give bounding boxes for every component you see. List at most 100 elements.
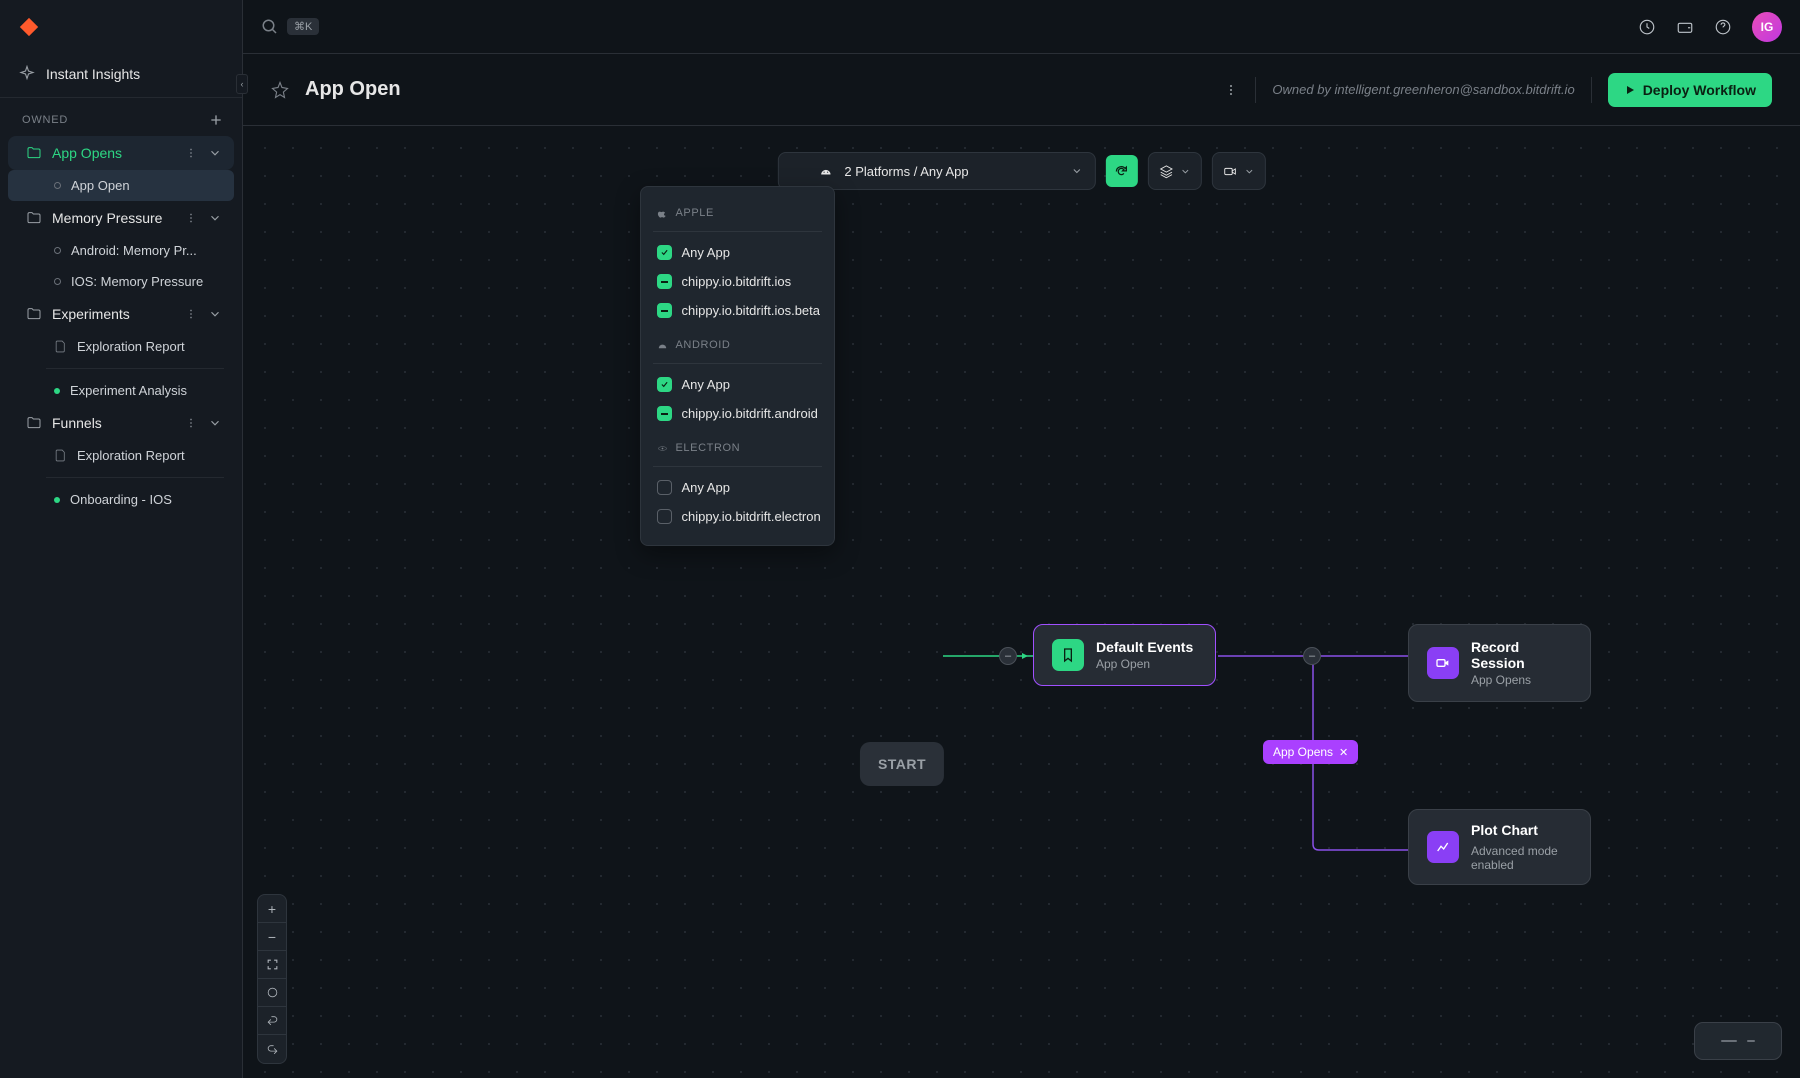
dropdown-section-android: ANDROID <box>641 333 834 357</box>
folder-menu-icon[interactable] <box>184 211 198 225</box>
redo-button[interactable] <box>258 1035 286 1063</box>
divider <box>1255 77 1256 103</box>
connector-dot[interactable]: – <box>1303 647 1321 665</box>
video-tool[interactable] <box>1212 152 1266 190</box>
file-exploration-report-2[interactable]: Exploration Report <box>8 440 234 471</box>
file-separator <box>46 477 224 478</box>
help-icon[interactable] <box>1714 18 1732 36</box>
dropdown-item[interactable]: chippy.io.bitdrift.android <box>641 399 834 428</box>
folder-menu-icon[interactable] <box>184 416 198 430</box>
node-start[interactable]: START <box>860 742 944 786</box>
file-label: Experiment Analysis <box>70 383 187 398</box>
document-icon <box>54 449 67 462</box>
checkbox-icon <box>657 274 672 289</box>
play-icon <box>1624 84 1636 96</box>
dropdown-section-apple: APPLE <box>641 201 834 225</box>
refresh-icon <box>1114 164 1129 179</box>
clock-icon[interactable] <box>1638 18 1656 36</box>
star-icon[interactable] <box>271 81 289 99</box>
folder-app-opens[interactable]: App Opens <box>8 136 234 170</box>
sidebar-collapse-button[interactable]: ‹ <box>236 74 248 94</box>
chevron-down-icon[interactable] <box>208 211 222 225</box>
file-app-open[interactable]: App Open <box>8 170 234 201</box>
node-subtitle: App Opens <box>1471 673 1572 687</box>
status-dot-icon <box>54 497 60 503</box>
electron-icon <box>657 443 668 454</box>
android-icon <box>818 164 832 178</box>
connector-dot[interactable]: – <box>999 647 1017 665</box>
dropdown-item[interactable]: Any App <box>641 238 834 267</box>
instant-insights-nav[interactable]: Instant Insights <box>0 55 242 97</box>
layers-tool[interactable] <box>1148 152 1202 190</box>
dropdown-item[interactable]: chippy.io.bitdrift.ios.beta <box>641 296 834 325</box>
zoom-fit-button[interactable] <box>258 951 286 979</box>
zoom-lock-button[interactable] <box>258 979 286 1007</box>
search-shortcut: ⌘K <box>287 18 319 35</box>
file-exploration-report-1[interactable]: Exploration Report <box>8 331 234 362</box>
refresh-button[interactable] <box>1106 155 1138 187</box>
platform-text: 2 Platforms / Any App <box>844 164 1058 179</box>
zoom-out-button[interactable]: − <box>258 923 286 951</box>
search-input[interactable]: ⌘K <box>261 18 319 36</box>
undo-button[interactable] <box>258 1007 286 1035</box>
platform-selector[interactable]: 2 Platforms / Any App <box>777 152 1095 190</box>
folder-experiments[interactable]: Experiments <box>8 297 234 331</box>
dropdown-item[interactable]: chippy.io.bitdrift.electron <box>641 502 834 531</box>
add-folder-button[interactable] <box>208 112 224 128</box>
chevron-down-icon <box>1244 166 1255 177</box>
dropdown-item[interactable]: chippy.io.bitdrift.ios <box>641 267 834 296</box>
node-subtitle: Advanced mode enabled <box>1471 844 1572 872</box>
node-title: Default Events <box>1096 639 1193 655</box>
checkbox-icon <box>657 377 672 392</box>
workflow-canvas[interactable]: 2 Platforms / Any App <box>243 126 1800 1078</box>
dash-icon <box>1721 1040 1737 1042</box>
folder-icon <box>26 415 42 431</box>
zoom-in-button[interactable]: + <box>258 895 286 923</box>
node-subtitle: App Open <box>1096 657 1193 671</box>
video-icon <box>1427 647 1459 679</box>
divider <box>653 363 822 364</box>
file-ios-memory[interactable]: IOS: Memory Pressure <box>8 266 234 297</box>
folder-label: App Opens <box>52 145 174 161</box>
android-icon <box>657 340 668 351</box>
file-onboarding-ios[interactable]: Onboarding - IOS <box>8 484 234 515</box>
zoom-controls: + − <box>257 894 287 1064</box>
node-plot-chart[interactable]: Plot Chart Advanced mode enabled <box>1408 809 1591 885</box>
chat-widget[interactable] <box>1694 1022 1782 1060</box>
chart-icon <box>1427 831 1459 863</box>
chevron-down-icon[interactable] <box>208 146 222 160</box>
close-icon[interactable]: ✕ <box>1339 746 1348 759</box>
folder-icon <box>26 210 42 226</box>
chevron-down-icon <box>1071 165 1083 177</box>
file-experiment-analysis[interactable]: Experiment Analysis <box>8 375 234 406</box>
sidebar: Instant Insights OWNED App Opens App Ope… <box>0 0 243 1078</box>
wallet-icon[interactable] <box>1676 18 1694 36</box>
deploy-label: Deploy Workflow <box>1643 82 1756 98</box>
node-default-events[interactable]: Default Events App Open <box>1033 624 1216 686</box>
node-record-session[interactable]: Record Session App Opens <box>1408 624 1591 702</box>
folder-funnels[interactable]: Funnels <box>8 406 234 440</box>
page-header: App Open Owned by intelligent.greenheron… <box>243 54 1800 126</box>
folder-label: Funnels <box>52 415 174 431</box>
avatar[interactable]: IG <box>1752 12 1782 42</box>
chevron-down-icon <box>1180 166 1191 177</box>
page-menu-icon[interactable] <box>1223 82 1239 98</box>
connection-lines <box>243 126 1800 1078</box>
folder-menu-icon[interactable] <box>184 146 198 160</box>
platform-dropdown: APPLE Any App chippy.io.bitdrift.ios chi… <box>640 186 835 546</box>
folder-memory-pressure[interactable]: Memory Pressure <box>8 201 234 235</box>
logo <box>0 0 242 55</box>
file-android-memory[interactable]: Android: Memory Pr... <box>8 235 234 266</box>
branch-label-pill[interactable]: App Opens ✕ <box>1263 740 1358 764</box>
dropdown-item[interactable]: Any App <box>641 473 834 502</box>
deploy-workflow-button[interactable]: Deploy Workflow <box>1608 73 1772 107</box>
chevron-down-icon[interactable] <box>208 307 222 321</box>
folder-icon <box>26 145 42 161</box>
chevron-down-icon[interactable] <box>208 416 222 430</box>
file-label: Exploration Report <box>77 339 185 354</box>
branch-label: App Opens <box>1273 745 1333 759</box>
dropdown-item[interactable]: Any App <box>641 370 834 399</box>
folder-label: Experiments <box>52 306 174 322</box>
sparkle-icon <box>18 65 36 83</box>
folder-menu-icon[interactable] <box>184 307 198 321</box>
